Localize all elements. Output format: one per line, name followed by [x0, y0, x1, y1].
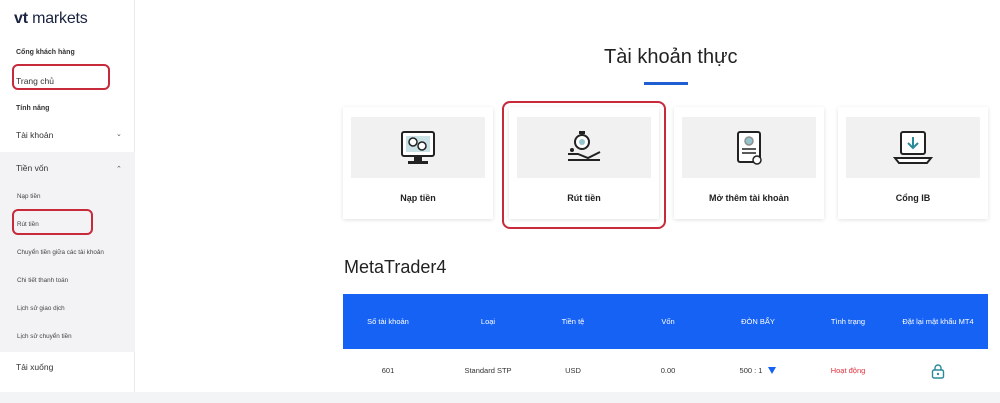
sidebar-subitem-trade-history[interactable]: Lịch sử giao dịch [17, 305, 65, 312]
title-underline [644, 82, 688, 85]
page-title: Tài khoản thực [604, 46, 738, 68]
column-header-account: Số tài khoản [367, 317, 409, 326]
chevron-down-icon[interactable]: ⌄ [116, 130, 122, 138]
card-label: Nạp tiền [400, 193, 436, 203]
card-label: Mở thêm tài khoản [709, 193, 789, 203]
caret-down-icon[interactable] [768, 367, 777, 374]
cell-currency: USD [565, 366, 581, 375]
column-header-equity: Vốn [661, 317, 675, 326]
highlight-box-withdraw [12, 209, 93, 235]
highlight-box-home [12, 64, 110, 90]
bottom-strip [0, 392, 1000, 403]
card-icon-area [351, 117, 485, 178]
column-header-leverage: ĐÒN BẨY [741, 317, 775, 326]
deposit-icon [401, 130, 435, 164]
section-label-features: Tính năng [16, 105, 50, 112]
table-row: 601 Standard STP USD 0.00 500 : 1 Hoạt đ… [343, 349, 988, 392]
sidebar-item-downloads[interactable]: Tải xuống [16, 362, 53, 372]
cell-account: 601 [381, 366, 395, 375]
table-header: Số tài khoản Loại Tiền tệ Vốn ĐÒN BẨY Tì… [343, 294, 988, 349]
leverage-value: 500 : 1 [739, 366, 763, 375]
sidebar-item-funds[interactable]: Tiền vốn [16, 163, 48, 173]
sidebar-item-account[interactable]: Tài khoản [16, 130, 53, 140]
sidebar-subitem-payment-details[interactable]: Chi tiết thanh toán [17, 277, 68, 284]
cell-type: Standard STP [464, 366, 512, 375]
card-icon-area [682, 117, 816, 178]
sidebar-subitem-transfer-history[interactable]: Lịch sử chuyển tiền [17, 333, 72, 340]
ib-portal-icon [892, 130, 934, 164]
section-label-portal: Cổng khách hàng [16, 49, 75, 56]
card-open-account[interactable]: Mở thêm tài khoản [674, 107, 824, 219]
column-header-reset-password: Đặt lại mật khẩu MT4 [902, 316, 974, 326]
card-deposit[interactable]: Nạp tiền [343, 107, 493, 219]
highlight-box-withdraw-card [502, 101, 666, 229]
logo: vt markets [14, 10, 88, 27]
cell-reset-password[interactable] [895, 349, 981, 392]
sidebar: vt markets Cổng khách hàng Trang chủ Tín… [0, 0, 135, 392]
card-label: Cổng IB [895, 193, 931, 203]
sidebar-subitem-deposit[interactable]: Nạp tiền [17, 193, 40, 200]
open-account-icon [737, 130, 762, 165]
cell-leverage[interactable]: 500 : 1 [708, 349, 808, 392]
column-header-currency: Tiền tệ [561, 317, 585, 326]
card-icon-area [846, 117, 980, 178]
lock-icon[interactable] [931, 363, 945, 379]
column-header-type: Loại [480, 317, 496, 326]
chevron-up-icon[interactable]: ⌃ [116, 165, 122, 173]
column-header-status: Tình trạng [830, 317, 866, 326]
sidebar-subitem-transfer[interactable]: Chuyển tiền giữa các tài khoản [17, 249, 104, 256]
platform-title: MetaTrader4 [344, 257, 447, 277]
cell-equity: 0.00 [660, 366, 676, 375]
cell-status: Hoạt động [830, 366, 866, 375]
card-ib-portal[interactable]: Cổng IB [838, 107, 988, 219]
